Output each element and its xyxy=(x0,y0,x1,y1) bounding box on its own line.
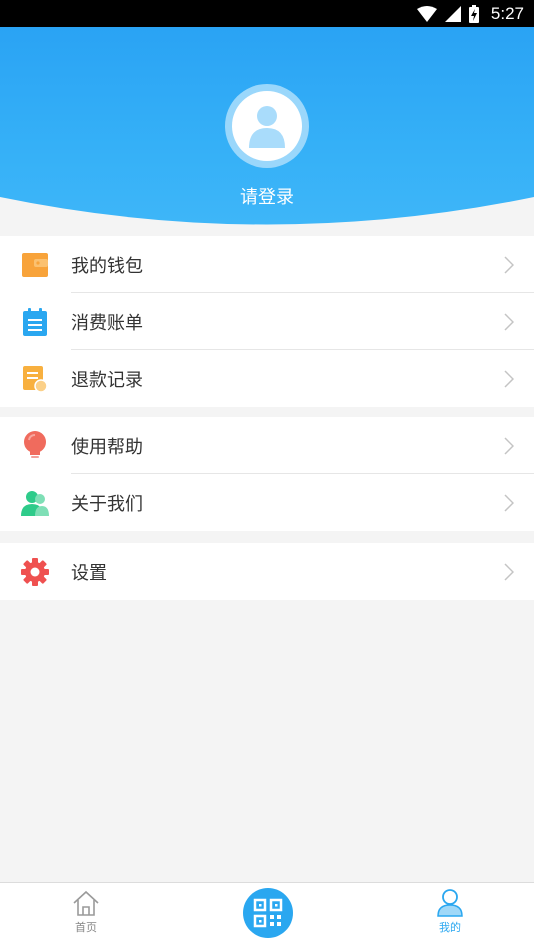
chevron-right-icon xyxy=(504,369,514,388)
users-icon xyxy=(21,489,49,517)
home-icon xyxy=(73,890,99,916)
lightbulb-icon xyxy=(21,430,49,460)
tab-label: 我的 xyxy=(439,921,461,934)
wifi-icon xyxy=(416,5,437,22)
chevron-right-icon xyxy=(504,436,514,455)
user-icon xyxy=(437,889,463,917)
menu-label: 我的钱包 xyxy=(71,255,143,277)
tab-label: 首页 xyxy=(75,921,97,934)
chevron-right-icon xyxy=(504,493,514,512)
gear-icon xyxy=(21,557,49,586)
login-prompt[interactable]: 请登录 xyxy=(0,183,534,209)
menu-group-info: 使用帮助 关于我们 xyxy=(0,417,534,531)
refund-record-icon xyxy=(21,365,49,393)
wallet-icon xyxy=(21,251,49,279)
default-avatar-icon xyxy=(249,106,285,148)
avatar[interactable] xyxy=(225,84,309,168)
chevron-right-icon xyxy=(504,255,514,274)
tab-mine[interactable]: 我的 xyxy=(390,883,510,950)
menu-label: 关于我们 xyxy=(71,493,143,515)
menu-label: 使用帮助 xyxy=(71,436,143,458)
qr-code-icon xyxy=(253,898,283,928)
menu-item-help[interactable]: 使用帮助 xyxy=(0,417,534,474)
chevron-right-icon xyxy=(504,562,514,581)
menu-group-settings: 设置 xyxy=(0,543,534,600)
tab-home[interactable]: 首页 xyxy=(26,883,146,950)
scan-button[interactable] xyxy=(243,888,293,938)
signal-icon xyxy=(444,5,461,22)
battery-icon xyxy=(468,4,479,23)
menu-label: 退款记录 xyxy=(71,369,143,391)
clock: 5:27 xyxy=(490,3,524,23)
menu-item-settings[interactable]: 设置 xyxy=(0,543,534,600)
menu-group-account: 我的钱包 消费账单 退款记录 xyxy=(0,236,534,407)
menu-label: 消费账单 xyxy=(71,312,143,334)
chevron-right-icon xyxy=(504,312,514,331)
menu-item-about[interactable]: 关于我们 xyxy=(0,474,534,531)
notepad-icon xyxy=(21,307,49,336)
menu-item-bills[interactable]: 消费账单 xyxy=(0,293,534,350)
menu-item-refunds[interactable]: 退款记录 xyxy=(0,350,534,407)
menu-item-wallet[interactable]: 我的钱包 xyxy=(0,236,534,293)
status-bar: 5:27 xyxy=(0,0,534,27)
menu-label: 设置 xyxy=(71,562,107,584)
